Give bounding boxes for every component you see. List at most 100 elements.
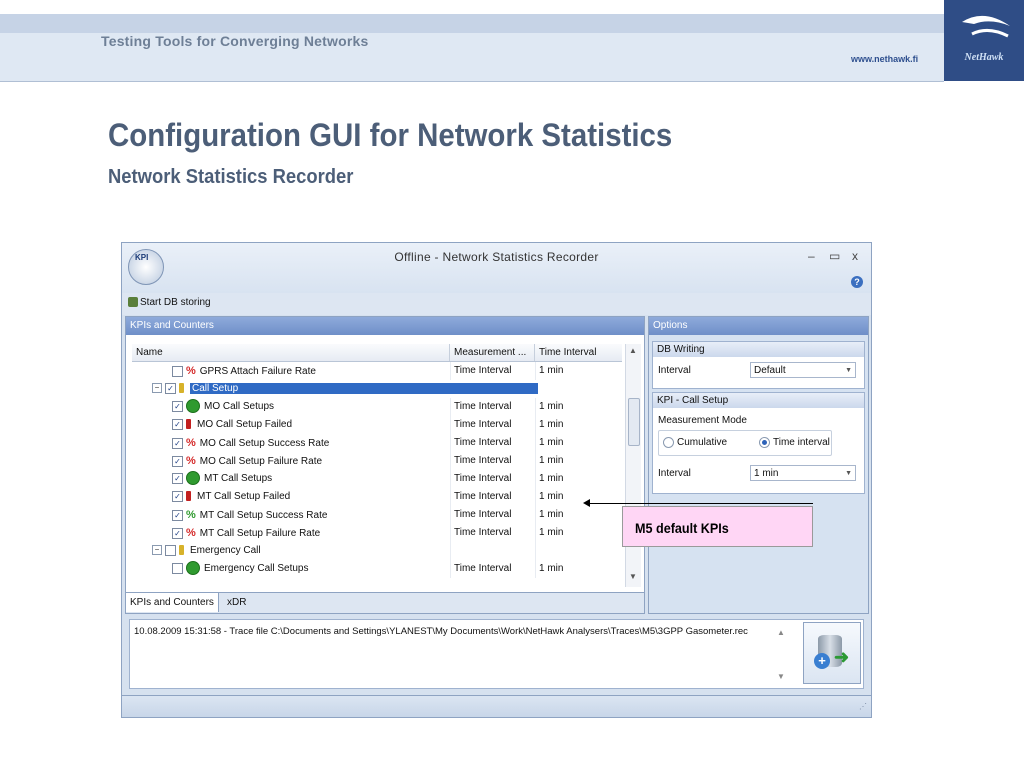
kpi-panel: KPIs and Counters Name Measurement ... T… [125,316,645,614]
log-area[interactable]: 10.08.2009 15:31:58 - Trace file C:\Docu… [129,619,864,689]
collapse-icon[interactable]: − [152,383,162,394]
toolbar: Start DB storing [122,293,871,315]
table-row[interactable]: Emergency Call Setups Time Interval 1 mi… [132,560,622,578]
interval-cell: 1 min [539,455,564,466]
radio-selected-icon [759,437,770,448]
add-database-button[interactable]: + ➜ [803,622,861,684]
table-row[interactable]: ✓% MT Call Setup Failure Rate Time Interv… [132,524,622,542]
interval-cell: 1 min [539,491,564,502]
interval-cell: 1 min [539,401,564,412]
checkbox[interactable]: ✓ [165,382,176,394]
checkbox[interactable]: ✓ [172,527,183,539]
tab-xdr[interactable]: xDR [223,593,250,612]
checkbox[interactable]: ✓ [172,437,183,449]
checkbox[interactable] [172,365,183,377]
red-phone-icon [186,419,191,430]
maximize-button[interactable]: ▭ [829,249,840,263]
kpi-name: GPRS Attach Failure Rate [199,366,316,377]
start-db-storing-label: Start DB storing [140,297,211,308]
call-setup-interval-value: 1 min [754,468,779,479]
table-row[interactable]: − ✓ Call Setup [132,380,622,398]
scroll-down-icon[interactable]: ▼ [777,672,785,681]
measurement-cell: Time Interval [454,473,512,484]
scroll-down-icon[interactable]: ▼ [629,572,637,581]
start-db-storing-button[interactable]: Start DB storing [128,297,211,308]
kpi-name: MT Call Setup Failure Rate [199,528,321,539]
table-row[interactable]: ✓% MT Call Setup Success Rate Time Interv… [132,506,622,524]
table-row[interactable]: ✓% MO Call Setup Success Rate Time Interv… [132,434,622,452]
scroll-up-icon[interactable]: ▲ [629,346,637,355]
nethawk-logo: NetHawk [944,0,1024,81]
kpi-name: MO Call Setups [204,401,275,412]
time-interval-label: Time interval [773,437,830,449]
column-header-interval[interactable]: Time Interval [535,344,622,361]
percent-icon: % [186,437,196,449]
db-interval-select[interactable]: Default ▼ [750,362,856,378]
table-row[interactable]: ✓ MO Call Setups Time Interval 1 min [132,398,622,416]
time-interval-radio[interactable]: Time interval [759,437,830,448]
percent-icon: % [186,509,196,521]
log-text: 10.08.2009 15:31:58 - Trace file C:\Docu… [134,626,748,637]
green-phone-icon [186,561,200,576]
checkbox[interactable]: ✓ [172,490,183,502]
measurement-cell: Time Interval [454,437,512,448]
app-window: KPI Offline - Network Statistics Recorde… [121,242,872,718]
percent-icon: % [186,365,196,377]
status-bar: ⋰ [122,695,871,717]
interval-cell: 1 min [539,419,564,430]
resize-grip-icon[interactable]: ⋰ [859,702,867,711]
kpi-panel-header: KPIs and Counters [126,317,644,335]
help-icon[interactable]: ? [851,276,863,288]
callout-arrow-line [588,503,813,504]
call-setup-interval-select[interactable]: 1 min ▼ [750,465,856,481]
measurement-cell: Time Interval [454,455,512,466]
checkbox[interactable]: ✓ [172,418,183,430]
tab-kpis-and-counters[interactable]: KPIs and Counters [126,593,219,612]
kpi-name: MT Call Setup Success Rate [199,510,328,521]
collapse-icon[interactable]: − [152,545,162,556]
website-link[interactable]: www.nethawk.fi [851,54,918,64]
checkbox[interactable] [172,562,183,574]
table-row[interactable]: % GPRS Attach Failure Rate Time Interval … [132,362,622,380]
interval-cell: 1 min [539,563,564,574]
scroll-thumb[interactable] [628,398,640,446]
tagline: Testing Tools for Converging Networks [101,33,369,49]
bottom-tabs: KPIs and Counters xDR [126,592,644,613]
checkbox[interactable]: ✓ [172,455,183,467]
table-row[interactable]: ✓ MO Call Setup Failed Time Interval 1 mi… [132,416,622,434]
table-row[interactable]: ✓% MO Call Setup Failure Rate Time Interv… [132,452,622,470]
green-phone-icon [186,471,200,486]
callout-arrow-icon [583,499,590,507]
cumulative-radio[interactable]: Cumulative [663,437,727,448]
column-header-name[interactable]: Name [132,344,450,361]
grid-scrollbar[interactable]: ▲ ▼ [625,344,641,587]
close-button[interactable]: x [852,249,858,263]
checkbox[interactable]: ✓ [172,472,183,484]
table-row[interactable]: ✓ MT Call Setups Time Interval 1 min [132,470,622,488]
green-phone-icon [186,399,200,414]
db-interval-value: Default [754,365,786,376]
kpi-group-name: Emergency Call [190,545,261,556]
options-panel: Options DB Writing Interval Default ▼ KP… [648,316,869,614]
call-setup-interval-label: Interval [658,468,691,479]
kpi-name: MO Call Setup Success Rate [199,438,330,449]
measurement-cell: Time Interval [454,509,512,520]
slide-subtitle: Network Statistics Recorder [108,166,354,188]
callout-box: M5 default KPIs [622,506,813,547]
percent-icon: % [186,527,196,539]
minimize-button[interactable]: – [808,249,815,263]
kpi-name: MO Call Setup Failure Rate [199,456,323,467]
table-row[interactable]: − Emergency Call [132,542,622,560]
scroll-up-icon[interactable]: ▲ [777,628,785,637]
checkbox[interactable]: ✓ [172,400,183,412]
db-writing-header: DB Writing [653,342,864,357]
column-header-measurement[interactable]: Measurement ... [450,344,535,361]
checkbox[interactable]: ✓ [172,509,183,521]
checkbox[interactable] [165,544,176,556]
cumulative-label: Cumulative [677,437,728,449]
table-row[interactable]: ✓ MT Call Setup Failed Time Interval 1 mi… [132,488,622,506]
kpi-rows: % GPRS Attach Failure Rate Time Interval … [132,362,622,578]
interval-cell: 1 min [539,473,564,484]
log-scrollbar[interactable]: ▲ ▼ [775,622,787,684]
grid-header: Name Measurement ... Time Interval [132,344,622,362]
